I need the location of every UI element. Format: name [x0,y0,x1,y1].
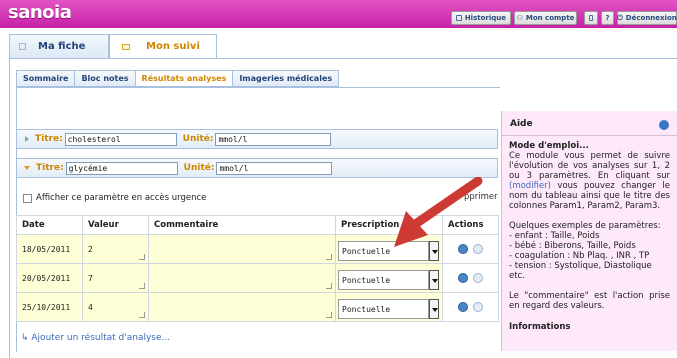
prescription-select[interactable]: Ponctuelle [338,299,429,319]
tab-bloc-notes[interactable]: Bloc notes [75,70,136,87]
unit-label: Unité: [182,134,214,144]
example-item: - enfant : Taille, Poids [509,231,600,241]
collapse-arrow-icon[interactable] [24,166,30,170]
tab-imageries-medicales[interactable]: Imageries médicales [233,70,340,87]
user-icon: ⚇ [516,14,523,22]
urgence-label: Afficher ce paramètre en accès urgence [36,193,207,203]
section-header-glycemie[interactable]: Titre: glycémie Unité: mmol/l [16,158,498,178]
modifier-link[interactable]: (modifier) [509,181,551,191]
sanoia-logo[interactable]: sanoia [8,2,72,23]
example-item: - tension : Systolique, Diastolique [509,261,652,271]
example-item: etc. [509,271,525,281]
date-cell[interactable]: 20/05/2011 [16,263,83,293]
print-button[interactable] [584,11,598,25]
main-tabs: Ma fiche Mon suivi [9,34,217,58]
collapse-icon[interactable] [659,120,669,130]
logout-button[interactable]: ⏻ Déconnexion [617,11,677,25]
commentaire-cell[interactable] [148,234,336,264]
title-label: Titre: [35,134,63,144]
add-result-link[interactable]: ↳ Ajouter un résultat d'analyse... [21,333,170,343]
date-cell[interactable]: 18/05/2011 [16,234,83,264]
commentaire-cell[interactable] [148,263,336,293]
valeur-cell[interactable]: 4 [82,292,149,322]
table-row: 25/10/2011 4 Ponctuelle [16,292,499,322]
commentaire-cell[interactable] [148,292,336,322]
section-header-cholesterol[interactable]: Titre: cholesterol Unité: mmol/l [16,129,498,149]
title-label: Titre: [36,163,64,173]
help-sidebar: Aide Mode d'emploi... Ce module vous per… [501,111,677,351]
unit-label: Unité: [183,163,215,173]
valeur-cell[interactable]: 7 [82,263,149,293]
prescription-cell: Ponctuelle [335,263,443,293]
actions-cell [442,292,499,322]
table-row: 20/05/2011 7 Ponctuelle [16,263,499,293]
history-icon [456,15,462,21]
help-title: Aide [502,111,677,136]
expand-arrow-icon[interactable] [25,136,29,142]
printer-icon [589,15,593,21]
mode-title: Mode d'emploi... [509,141,589,151]
mode-text: Ce module vous permet de suivre l'évolut… [509,151,670,211]
house-icon [19,43,26,50]
title-input[interactable]: cholesterol [64,132,177,146]
trash-icon[interactable] [473,302,483,312]
trash-icon[interactable] [473,273,483,283]
help-button[interactable]: ? [601,11,614,25]
example-item: - bébé : Biberons, Taille, Poids [509,241,636,251]
folder-icon [122,43,130,50]
tab-ma-fiche[interactable]: Ma fiche [9,34,109,58]
unit-input[interactable]: mmol/l [216,161,333,175]
tab-mon-suivi[interactable]: Mon suivi [109,34,217,58]
check-icon[interactable] [458,302,468,312]
top-bar: sanoia Historique ⚇ Mon compte ? ⏻ Déconne… [0,0,677,28]
valeur-cell[interactable]: 2 [82,234,149,264]
col-date: Date [16,215,83,235]
prescription-select[interactable]: Ponctuelle [338,270,429,290]
history-button[interactable]: Historique [451,11,511,25]
info-title: Informations [509,322,571,332]
example-item: - coagulation : Nb Plaq. , INR , TP [509,251,650,261]
urgence-checkbox[interactable] [23,194,32,203]
date-cell[interactable]: 25/10/2011 [16,292,83,322]
comment-text: Le "commentaire" est l'action prise en r… [509,291,670,311]
sub-tabs: Sommaire Bloc notes Résultats analyses I… [16,70,340,87]
prescription-cell: Ponctuelle [335,292,443,322]
unit-input[interactable]: mmol/l [215,132,332,146]
title-input[interactable]: glycémie [65,161,178,175]
examples-title: Quelques exemples de paramètres: [509,221,661,231]
actions-cell [442,263,499,293]
account-button[interactable]: ⚇ Mon compte [514,11,577,25]
check-icon[interactable] [458,273,468,283]
col-valeur: Valeur [82,215,149,235]
tab-resultats-analyses[interactable]: Résultats analyses [135,70,234,87]
help-body: Mode d'emploi... Ce module vous permet d… [502,136,677,332]
annotation-arrow-icon [394,177,483,247]
dropdown-arrow-icon[interactable] [429,270,439,290]
power-icon: ⏻ [617,13,623,22]
dropdown-arrow-icon[interactable] [429,299,439,319]
col-commentaire: Commentaire [148,215,336,235]
tab-sommaire[interactable]: Sommaire [16,70,76,87]
help-icon: ? [605,14,610,22]
